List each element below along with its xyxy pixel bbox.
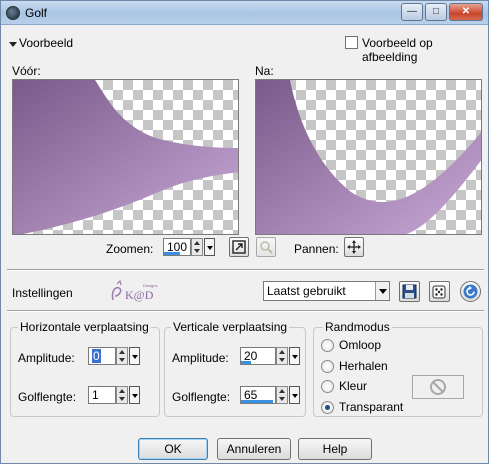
separator-top xyxy=(7,269,484,271)
horizontal-amplitude-spinner[interactable] xyxy=(116,347,128,365)
random-parameters-button[interactable] xyxy=(429,281,450,302)
floppy-disk-icon xyxy=(402,284,417,299)
preset-dropdown-arrow-icon[interactable] xyxy=(375,282,389,300)
edge-color-swatch[interactable] xyxy=(412,375,464,399)
minimize-button[interactable]: — xyxy=(401,3,423,21)
fit-to-window-button[interactable] xyxy=(229,237,249,257)
radio-transparant[interactable] xyxy=(321,401,334,414)
reset-button[interactable] xyxy=(460,281,481,302)
logo-brand-text: Designs xyxy=(143,283,157,288)
help-button[interactable]: Help xyxy=(298,438,372,460)
vertical-amplitude-fill-bar xyxy=(241,361,252,364)
radio-herhalen-label: Herhalen xyxy=(339,359,388,373)
maximize-button[interactable]: □ xyxy=(425,3,447,21)
zoom-fill-bar xyxy=(164,252,180,255)
collapse-triangle-icon[interactable] xyxy=(9,42,17,47)
horizontal-group-title: Horizontale verplaatsing xyxy=(18,320,151,334)
before-label: Vóór: xyxy=(12,64,41,78)
zoom-spinner[interactable] xyxy=(191,238,203,256)
vertical-wavelength-label: Golflengte: xyxy=(172,390,231,404)
radio-kleur[interactable] xyxy=(321,380,334,393)
after-preview-shape xyxy=(256,80,481,234)
zoom-magnifier-button[interactable] xyxy=(256,237,276,257)
ok-button[interactable]: OK xyxy=(138,438,208,460)
horizontal-wavelength-input[interactable]: 1 xyxy=(88,386,116,404)
vertical-group-title: Verticale verplaatsing xyxy=(171,320,290,334)
after-label: Na: xyxy=(255,64,274,78)
no-color-icon xyxy=(430,379,446,395)
vertical-amplitude-dropdown-button[interactable] xyxy=(289,347,300,365)
zoom-label: Zoomen: xyxy=(106,242,154,256)
radio-omloop-label: Omloop xyxy=(339,338,382,352)
vertical-wavelength-input[interactable]: 65 xyxy=(240,386,276,404)
dialog-window: Golf — □ ✕ Voorbeeld Voorbeeld op afbeel… xyxy=(0,0,489,464)
horizontal-wavelength-dropdown-button[interactable] xyxy=(129,386,140,404)
radio-omloop[interactable] xyxy=(321,339,334,352)
horizontal-wavelength-label: Golflengte: xyxy=(18,390,77,404)
preset-select[interactable]: Laatst gebruikt xyxy=(263,281,390,301)
radio-transparant-label: Transparant xyxy=(339,400,404,414)
zoom-input[interactable]: 100 xyxy=(163,238,191,256)
horizontal-amplitude-dropdown-button[interactable] xyxy=(129,347,140,365)
brand-logo: K@D Designs xyxy=(109,279,161,304)
vertical-amplitude-label: Amplitude: xyxy=(172,351,229,365)
fit-window-icon xyxy=(232,240,246,254)
radio-kleur-label: Kleur xyxy=(339,379,368,393)
pan-button[interactable] xyxy=(344,237,364,257)
edge-mode-group-title: Randmodus xyxy=(323,320,392,334)
radio-herhalen[interactable] xyxy=(321,360,334,373)
after-preview-pane[interactable] xyxy=(255,79,482,235)
horizontal-wavelength-spinner[interactable] xyxy=(116,386,128,404)
zoom-dropdown-button[interactable] xyxy=(204,238,215,256)
vertical-wavelength-spinner[interactable] xyxy=(276,386,288,404)
dice-icon xyxy=(432,285,446,299)
title-bar[interactable]: Golf — □ ✕ xyxy=(1,1,488,25)
preview-on-image-label: Voorbeeld op afbeelding xyxy=(362,36,433,64)
magnifier-icon xyxy=(260,241,273,254)
cancel-button[interactable]: Annuleren xyxy=(217,438,291,460)
window-title: Golf xyxy=(25,6,48,20)
vertical-wavelength-fill-bar xyxy=(241,400,274,403)
separator-mid xyxy=(7,310,484,312)
brand-logo-icon: K@D Designs xyxy=(111,279,157,302)
vertical-amplitude-input[interactable]: 20 xyxy=(240,347,276,365)
horizontal-amplitude-input[interactable]: 0 xyxy=(88,347,116,365)
vertical-wavelength-dropdown-button[interactable] xyxy=(289,386,300,404)
before-preview-shape xyxy=(13,80,238,234)
settings-label: Instellingen xyxy=(12,286,73,300)
close-button[interactable]: ✕ xyxy=(449,3,483,21)
preview-section-label[interactable]: Voorbeeld xyxy=(19,36,73,50)
app-icon xyxy=(6,6,20,20)
move-arrows-icon xyxy=(347,240,361,254)
before-preview-pane[interactable] xyxy=(12,79,239,235)
logo-text: K@D xyxy=(125,288,154,302)
horizontal-amplitude-label: Amplitude: xyxy=(18,351,75,365)
save-preset-button[interactable] xyxy=(399,281,420,302)
reset-arrow-icon xyxy=(463,284,478,299)
pan-label: Pannen: xyxy=(294,242,339,256)
preview-on-image-checkbox[interactable] xyxy=(345,36,358,49)
vertical-amplitude-spinner[interactable] xyxy=(276,347,288,365)
